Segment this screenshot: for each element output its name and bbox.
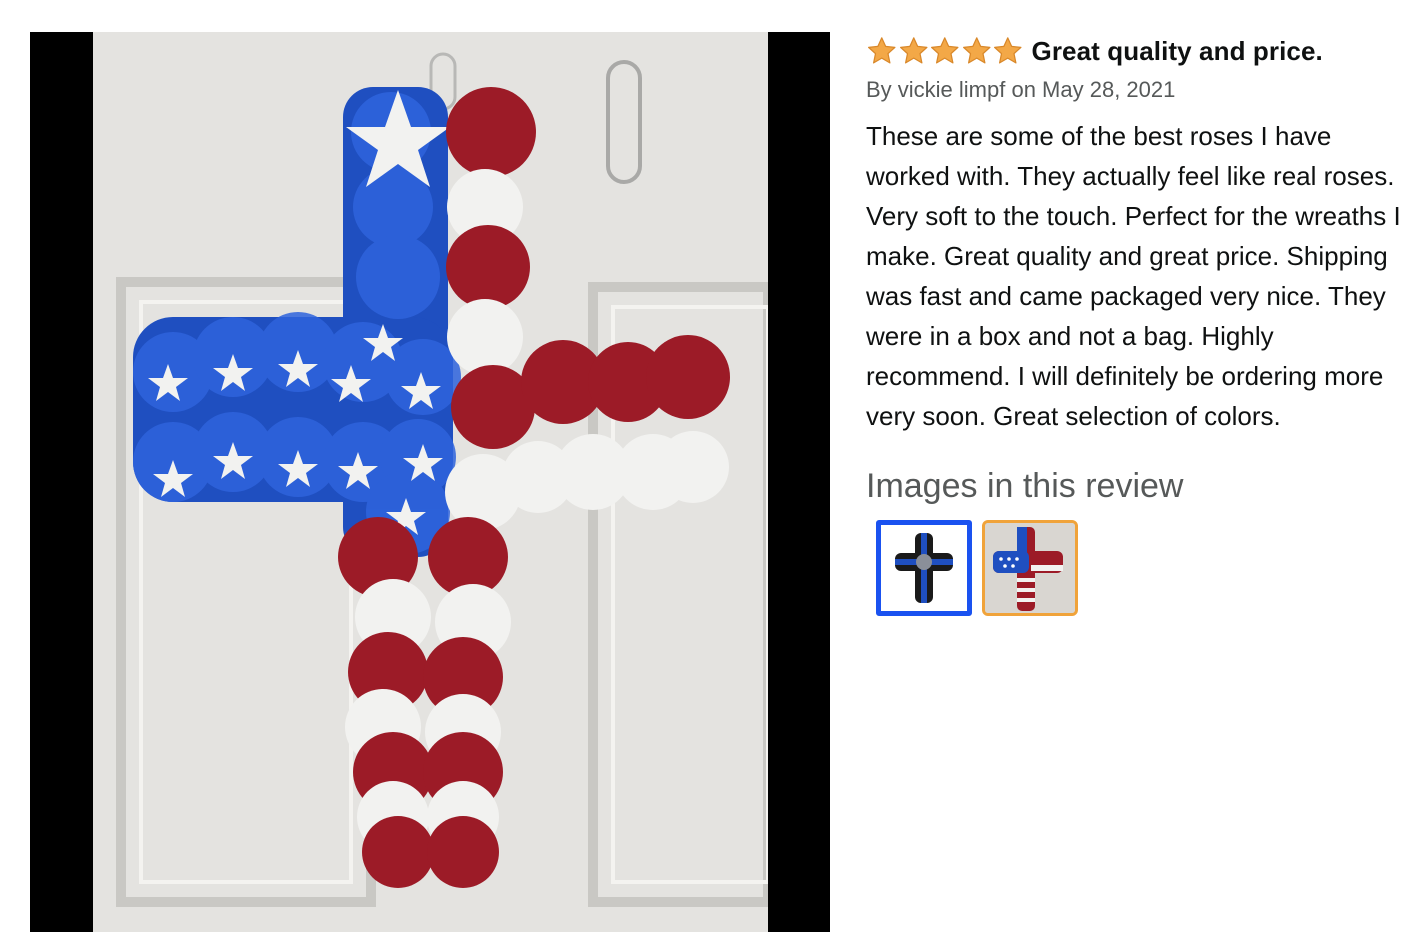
star-icon	[931, 37, 959, 64]
thumbnail-blue-line-cross-image	[881, 525, 967, 611]
thumbnail-blue-line-cross[interactable]	[876, 520, 972, 616]
review-title: Great quality and price.	[1031, 35, 1323, 66]
star-icon	[868, 37, 896, 64]
review-image-thumbnails	[876, 520, 1422, 616]
images-section-heading: Images in this review	[866, 467, 1184, 505]
review-photo-flag-rose-cross	[93, 32, 768, 932]
review-image-page: Great quality and price. By vickie limpf…	[0, 0, 1422, 946]
thumbnail-flag-rose-cross[interactable]	[982, 520, 1078, 616]
star-icon	[994, 37, 1022, 64]
review-body: These are some of the best roses I have …	[866, 121, 1401, 431]
star-rating	[866, 36, 1024, 66]
review-byline: By vickie limpf on May 28, 2021	[866, 77, 1176, 102]
review-headline: Great quality and price.	[866, 32, 1422, 70]
review-image-viewer[interactable]	[30, 32, 830, 932]
thumbnail-flag-rose-cross-image	[985, 523, 1075, 613]
star-icon	[962, 37, 990, 64]
review-panel: Great quality and price. By vickie limpf…	[866, 32, 1422, 616]
star-icon	[899, 37, 927, 64]
